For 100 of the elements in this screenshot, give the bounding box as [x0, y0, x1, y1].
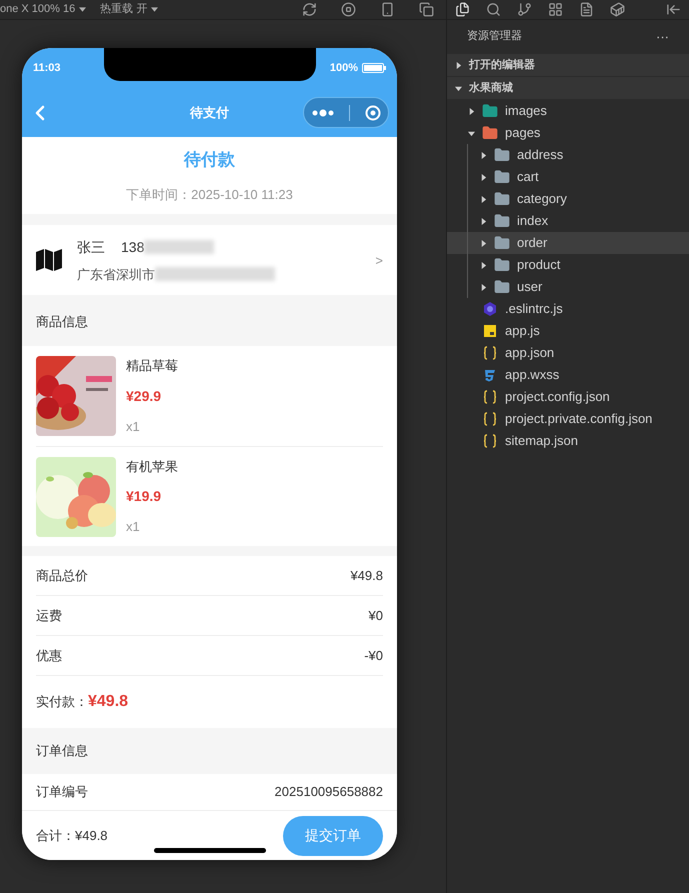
product-name: 有机苹果 [126, 458, 178, 476]
order-status: 待付款 [184, 149, 235, 172]
tree-item[interactable]: app.json [447, 342, 689, 364]
section-title: 商品信息 [36, 313, 88, 332]
section-header[interactable]: 水果商城 [447, 77, 689, 99]
file-name: address [517, 146, 564, 164]
tree-item[interactable]: images [447, 100, 689, 122]
folder-icon [494, 257, 510, 273]
file-name: category [517, 190, 567, 208]
map-icon [36, 249, 62, 272]
expanded-caret-icon[interactable] [468, 130, 474, 136]
braces-icon [483, 412, 497, 426]
collapsed-caret-icon[interactable] [480, 240, 486, 246]
file-name: index [517, 212, 548, 230]
dropdown-caret-icon[interactable] [151, 7, 158, 12]
section-title: 订单信息 [36, 742, 88, 760]
summary-label: 商品总价 [36, 566, 88, 585]
copy-icon[interactable] [419, 2, 434, 17]
paid-label: 实付款： [36, 693, 88, 712]
refresh-icon[interactable] [302, 2, 317, 17]
branch-icon[interactable] [517, 2, 532, 17]
file-name: cart [517, 168, 539, 186]
folder-icon [494, 191, 510, 207]
folder-icon [494, 213, 510, 229]
tree-item[interactable]: cart [447, 166, 689, 188]
hexagon-icon [483, 302, 497, 316]
tree-item[interactable]: category [447, 188, 689, 210]
hot-reload-selector[interactable]: 热重载 开 [100, 1, 148, 18]
file-name: sitemap.json [505, 432, 578, 450]
file-name: order [517, 234, 548, 252]
tree-item[interactable]: .eslintrc.js [447, 298, 689, 320]
chevron-text: > [375, 252, 383, 270]
summary-value: -¥0 [364, 646, 383, 665]
file-name: project.config.json [505, 388, 610, 406]
file-name: app.js [505, 322, 540, 340]
collapsed-caret-icon[interactable] [480, 196, 486, 202]
tree-item[interactable]: order [447, 232, 689, 254]
file-name: project.private.config.json [505, 410, 652, 428]
folder-icon [494, 235, 510, 251]
tree-item[interactable]: product [447, 254, 689, 276]
capsule-menu[interactable] [303, 97, 389, 128]
file-icon[interactable] [579, 2, 594, 17]
tree-item[interactable]: app.js [447, 320, 689, 342]
stop-icon[interactable] [341, 2, 356, 17]
braces-icon [483, 346, 497, 360]
collapsed-caret-icon[interactable] [480, 262, 486, 268]
folder-icon [494, 147, 510, 163]
info-label: 订单编号 [36, 783, 88, 802]
search-icon[interactable] [486, 2, 501, 17]
recipient-phone: 138 [121, 238, 144, 257]
grid-icon[interactable] [548, 2, 563, 17]
recipient-address: 广东省深圳市 [77, 266, 155, 284]
files-icon[interactable] [455, 2, 470, 17]
product-name: 精品草莓 [126, 357, 178, 376]
braces-icon [483, 434, 497, 448]
tree-item[interactable]: index [447, 210, 689, 232]
file-name: product [517, 256, 560, 274]
device-selector[interactable]: one X 100% 16 [0, 1, 76, 18]
tree-item[interactable]: user [447, 276, 689, 298]
section-header[interactable]: 打开的编辑器 [447, 54, 689, 76]
file-name: app.wxss [505, 366, 560, 384]
collapse-icon[interactable] [666, 2, 681, 17]
css-file-icon [484, 368, 496, 382]
more-icon[interactable] [312, 108, 334, 116]
collapsed-caret-icon[interactable] [480, 152, 486, 158]
tree-item[interactable]: address [447, 144, 689, 166]
tree-item[interactable]: pages [447, 122, 689, 144]
file-name: images [505, 102, 547, 120]
expanded-caret-icon[interactable] [455, 84, 462, 92]
phone-icon[interactable] [380, 2, 395, 17]
code-folder-icon [482, 125, 498, 141]
file-name: user [517, 278, 542, 296]
tree-item[interactable]: app.wxss [447, 364, 689, 386]
collapsed-caret-icon[interactable] [455, 62, 462, 68]
collapsed-caret-icon[interactable] [480, 284, 486, 290]
status-time: 11:03 [33, 60, 61, 76]
file-name: .eslintrc.js [505, 300, 563, 318]
dropdown-caret-icon[interactable] [79, 7, 86, 12]
info-value: 202510095658882 [274, 783, 383, 802]
order-time: 下单时间：2025-10-10 11:23 [126, 186, 293, 204]
tree-item[interactable]: sitemap.json [447, 430, 689, 452]
page-title: 待支付 [190, 104, 229, 122]
product-quantity: x1 [126, 518, 141, 536]
js-file-icon [484, 325, 496, 337]
more-button[interactable]: ··· [656, 26, 669, 46]
collapsed-caret-icon[interactable] [480, 218, 486, 224]
tree-item[interactable]: project.config.json [447, 386, 689, 408]
address-card[interactable]: 张三 138 广东省深圳市 > [22, 225, 397, 296]
collapsed-caret-icon[interactable] [480, 174, 486, 180]
battery-icon [362, 63, 386, 73]
tree-item[interactable]: project.private.config.json [447, 408, 689, 430]
image-folder-icon [482, 103, 498, 119]
target-icon[interactable] [364, 104, 380, 120]
braces-icon [483, 390, 497, 404]
product-quantity: x1 [126, 418, 141, 436]
file-name: pages [505, 124, 540, 142]
summary-label: 运费 [36, 606, 62, 625]
container-icon[interactable] [610, 2, 625, 17]
summary-value: ¥49.8 [350, 566, 383, 585]
collapsed-caret-icon[interactable] [468, 108, 474, 114]
